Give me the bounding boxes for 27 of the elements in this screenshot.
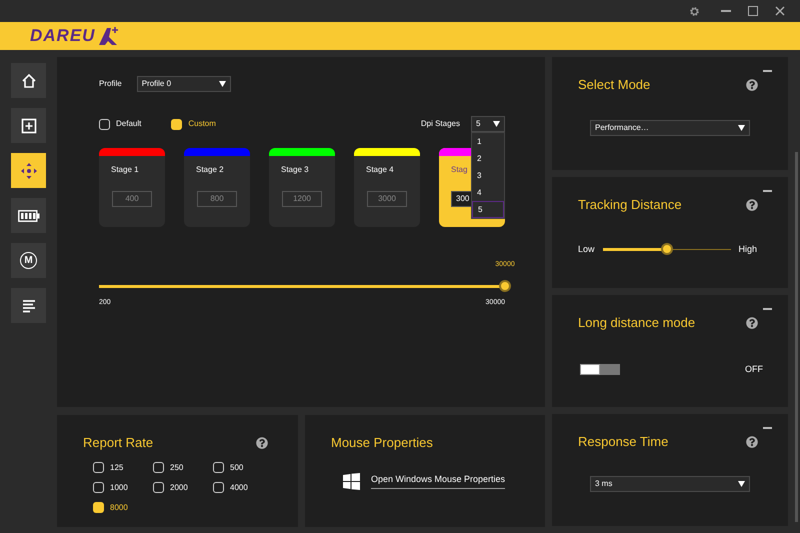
logo-text: DAREU: [30, 25, 96, 48]
checkbox-label: 2000: [170, 482, 188, 494]
dpi-stages-label: Dpi Stages: [420, 118, 460, 130]
checkbox-label: 8000: [110, 502, 128, 514]
high-label: High: [738, 242, 758, 256]
checkbox-label: 125: [110, 462, 124, 474]
panel-title: Report Rate: [83, 434, 154, 452]
panel-title: Long distance mode: [578, 314, 696, 332]
checkbox-label: 4000: [230, 482, 248, 494]
macro-icon: M: [20, 252, 37, 269]
stage-label: Stag: [451, 164, 468, 176]
checkbox-label: 500: [230, 462, 244, 474]
panel-title: Select Mode: [578, 76, 650, 94]
checkbox-label: Default: [116, 118, 142, 130]
checkbox-label: Custom: [188, 118, 216, 130]
checkbox-label: 250: [170, 462, 184, 474]
panel-title: Tracking Distance: [578, 196, 682, 214]
profile-label: Profile: [99, 78, 122, 90]
stage-label: Stage 3: [281, 164, 309, 176]
low-label: Low: [578, 242, 595, 256]
panel-title: Mouse Properties: [331, 434, 433, 452]
stage-label: Stage 2: [196, 164, 224, 176]
toggle-state-label: OFF: [745, 362, 763, 376]
stage-label: Stage 1: [111, 164, 139, 176]
stage-label: Stage 4: [366, 164, 394, 176]
checkbox-label: 1000: [110, 482, 128, 494]
panel-title: Response Time: [578, 433, 668, 451]
